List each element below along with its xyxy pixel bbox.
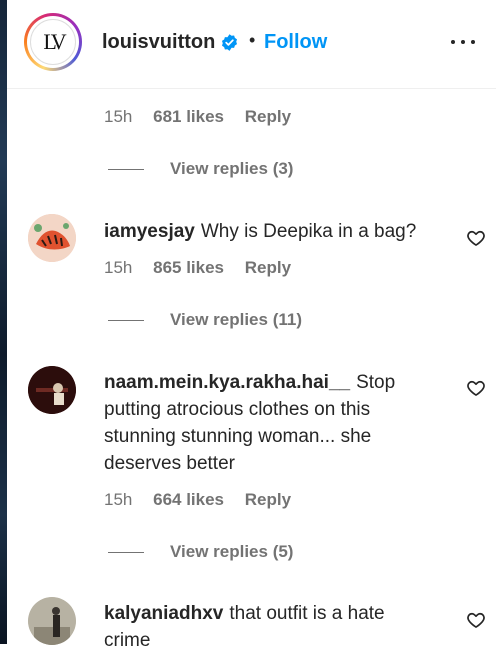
comment-meta: 15h 865 likes Reply: [104, 258, 291, 278]
comment-text: Why is Deepika in a bag?: [200, 221, 417, 242]
comment-time: 15h: [104, 107, 133, 126]
comment-username[interactable]: kalyaniadhxv: [104, 603, 223, 624]
comment-username[interactable]: iamyesjay: [104, 221, 195, 242]
heart-icon[interactable]: [466, 610, 486, 630]
view-replies-button[interactable]: View replies (5): [108, 542, 293, 562]
replies-divider-line: [108, 320, 144, 322]
comment-username[interactable]: naam.mein.kya.rakha.hai__: [104, 372, 350, 393]
comment-likes[interactable]: 664 likes: [153, 490, 224, 509]
post-header: LV louisvuitton • Follow: [7, 0, 496, 89]
verified-badge-icon: [221, 34, 238, 51]
heart-icon[interactable]: [466, 378, 486, 398]
profile-avatar[interactable]: LV: [24, 13, 82, 71]
comment-time: 15h: [104, 490, 133, 509]
comment-body: kalyaniadhxv that outfit is a hate crime: [104, 600, 429, 654]
louis-vuitton-logo: LV: [30, 19, 76, 65]
avatar[interactable]: [28, 214, 76, 262]
person-photo-icon: [28, 366, 76, 414]
separator-dot: •: [249, 30, 256, 50]
more-options-icon[interactable]: [449, 32, 477, 52]
replies-divider-line: [108, 552, 144, 554]
comment-likes[interactable]: 681 likes: [153, 107, 224, 126]
heart-icon[interactable]: [466, 228, 486, 248]
comment-body: iamyesjay Why is Deepika in a bag?: [104, 218, 429, 245]
header-username[interactable]: louisvuitton: [102, 31, 215, 54]
avatar[interactable]: [28, 366, 76, 414]
comment-likes[interactable]: 865 likes: [153, 258, 224, 277]
comment-meta: 15h 664 likes Reply: [104, 490, 291, 510]
comment-body: naam.mein.kya.rakha.hai__ Stop putting at…: [104, 369, 429, 477]
person-photo-icon: [28, 597, 76, 645]
tiger-illustration-icon: [28, 214, 76, 262]
view-replies-button[interactable]: View replies (11): [108, 310, 302, 330]
comment-time: 15h: [104, 258, 133, 277]
background-edge: [0, 0, 7, 644]
reply-button[interactable]: Reply: [245, 490, 291, 509]
reply-button[interactable]: Reply: [245, 258, 291, 277]
avatar[interactable]: [28, 597, 76, 645]
comment-meta: 15h 681 likes Reply: [104, 107, 291, 127]
follow-button[interactable]: Follow: [264, 31, 327, 54]
reply-button[interactable]: Reply: [245, 107, 291, 126]
replies-divider-line: [108, 169, 144, 171]
view-replies-button[interactable]: View replies (3): [108, 159, 293, 179]
